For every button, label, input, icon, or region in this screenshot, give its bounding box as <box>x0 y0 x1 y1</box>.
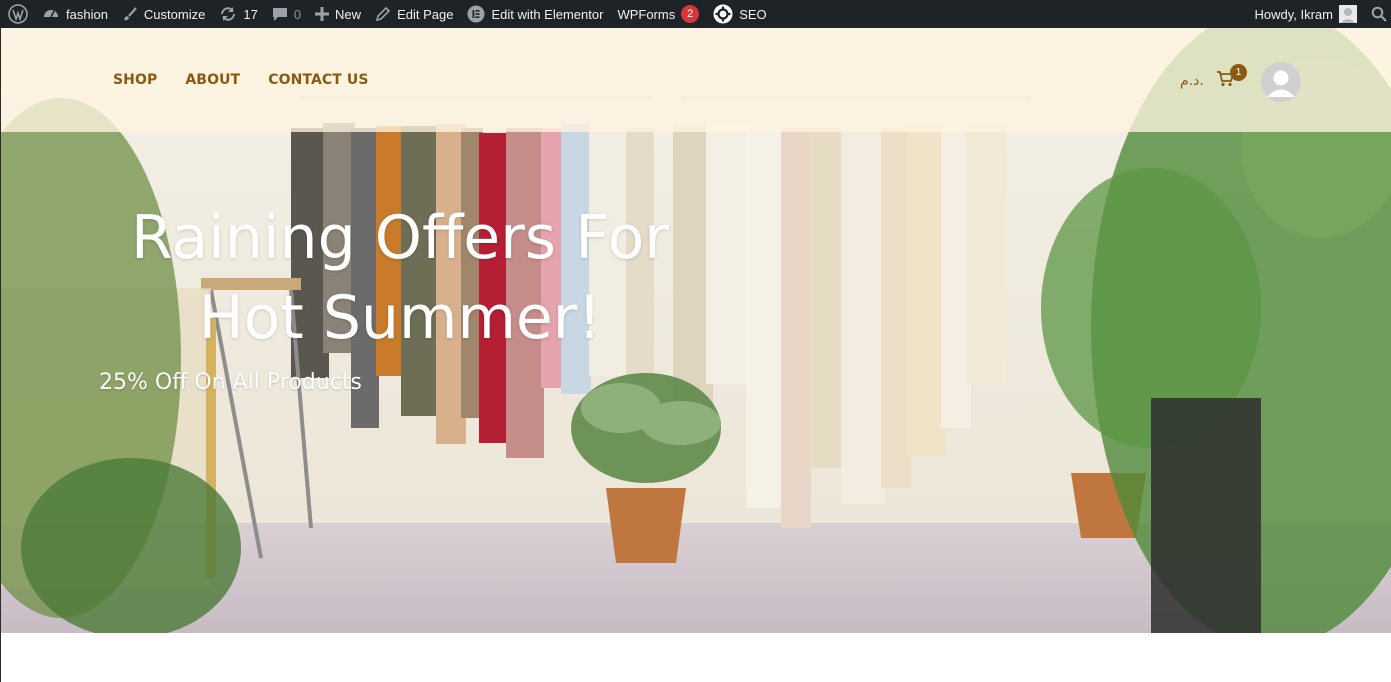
cart-count-badge: 1 <box>1230 64 1247 81</box>
pencil-icon <box>375 6 391 22</box>
edit-page-label: Edit Page <box>397 6 454 22</box>
customize-button[interactable]: Customize <box>115 0 212 28</box>
comments-count: 0 <box>293 6 302 22</box>
search-button[interactable] <box>1364 0 1391 28</box>
site-name: fashion <box>66 6 108 22</box>
edit-page-button[interactable]: Edit Page <box>368 0 460 28</box>
seo-label: SEO <box>739 6 767 22</box>
wpforms-badge: 2 <box>681 5 700 23</box>
user-avatar-icon[interactable] <box>1261 62 1301 102</box>
wpforms-label: WPForms <box>617 6 676 22</box>
window-edge <box>0 28 1 682</box>
main-nav: SHOP ABOUT CONTACT US <box>113 72 397 88</box>
wordpress-menu[interactable] <box>0 0 35 28</box>
edit-elementor-button[interactable]: Edit with Elementor <box>460 0 610 28</box>
admin-avatar-icon <box>1339 5 1357 23</box>
nav-contact-us[interactable]: CONTACT US <box>268 72 368 88</box>
wordpress-icon <box>8 4 28 24</box>
currency-switcher[interactable]: د.م. <box>1180 73 1204 89</box>
updates-count: 17 <box>243 6 258 22</box>
hero-title-line1: Raining Offers For <box>131 203 669 273</box>
page-content-area <box>0 633 1391 682</box>
comments-button[interactable]: 0 <box>265 0 308 28</box>
new-content-button[interactable]: New <box>308 0 368 28</box>
updates-button[interactable]: 17 <box>212 0 264 28</box>
howdy-label: Howdy, Ikram <box>1254 6 1334 22</box>
updates-icon <box>219 5 237 23</box>
hero-subtitle: 25% Off On All Products <box>99 370 362 395</box>
customize-label: Customize <box>143 6 206 22</box>
site-name-menu[interactable]: fashion <box>35 0 115 28</box>
hero-title-line2: Hot Summer! <box>198 283 602 353</box>
wpforms-menu[interactable]: WPForms 2 <box>610 0 706 28</box>
site-header: SHOP ABOUT CONTACT US د.م. 1 <box>1 28 1391 132</box>
elementor-icon <box>467 5 485 23</box>
dashboard-icon <box>42 5 60 23</box>
edit-elementor-label: Edit with Elementor <box>491 6 604 22</box>
new-label: New <box>335 6 362 22</box>
plus-icon <box>315 7 330 21</box>
paintbrush-icon <box>122 6 138 22</box>
hero-title: Raining Offers For Hot Summer! <box>120 198 680 358</box>
comment-icon <box>272 6 288 22</box>
seo-menu[interactable]: SEO <box>706 0 773 28</box>
seo-icon <box>713 4 733 24</box>
admin-bar: fashion Customize 17 0 New Edit Page Edi… <box>0 0 1391 28</box>
search-icon <box>1371 6 1387 22</box>
my-account-menu[interactable]: Howdy, Ikram <box>1248 0 1365 28</box>
nav-about[interactable]: ABOUT <box>185 72 240 88</box>
nav-shop[interactable]: SHOP <box>113 72 157 88</box>
